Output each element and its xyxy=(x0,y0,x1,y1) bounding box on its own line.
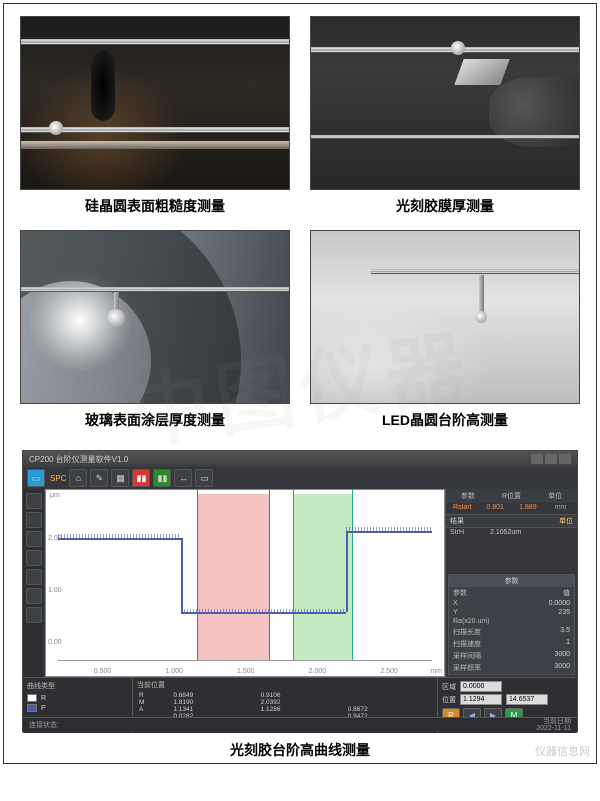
rp-row-rstart: Rstart 0.801 1.889 mm xyxy=(446,503,577,512)
cell-photoresist-thickness: 光刻胶膜厚测量 xyxy=(307,16,583,226)
cell-led-step-height: LED晶圆台阶高测量 xyxy=(307,230,583,440)
lefttool-1-icon[interactable] xyxy=(26,493,42,509)
status-left: 连接状态: xyxy=(29,720,59,730)
x-tick-4: 2.500 xyxy=(380,668,398,675)
tool-cursor-icon[interactable]: ▭ xyxy=(195,469,213,487)
cell-glass-coating-thickness: 玻璃表面涂层厚度测量 xyxy=(17,230,293,440)
window-title: CP200 台阶仪测量软件V1.0 xyxy=(29,454,128,465)
x-tick-0: 0.500 xyxy=(94,668,112,675)
lefttool-7-icon[interactable] xyxy=(26,607,42,623)
rp-h-rpos: R位置 xyxy=(490,489,534,503)
image-grid: 硅晶圆表面粗糙度测量 光刻胶膜厚测量 玻璃表面涂层厚度测量 xyxy=(4,4,596,444)
legend-swatch-r xyxy=(27,694,37,702)
x-tick-3: 2.000 xyxy=(309,668,327,675)
main-row: μm 2.00 1.00 0.00 xyxy=(23,489,577,677)
software-screenshot-wrap: CP200 台阶仪测量软件V1.0 ▭ SPC ⌂ ✎ ▦ ▮▮ ▮▮ ↔ ▭ xyxy=(22,450,578,760)
window-buttons xyxy=(531,454,571,464)
right-panel: 参数 R位置 单位 Rstart 0.801 1.889 mm 结果 单位 xyxy=(445,489,577,677)
lefttool-6-icon[interactable] xyxy=(26,588,42,604)
close-button[interactable] xyxy=(559,454,571,464)
rp-results-header: 结果 单位 xyxy=(446,514,577,528)
rp-params-title: 参数 xyxy=(449,575,574,587)
rp-result-strh: StrH 2.1052 um xyxy=(446,528,577,537)
region-label: 区域 xyxy=(442,682,456,692)
rp-params-box: 参数 参数值 X0.0000 Y235 Ra(x20.um) 扫描长度3.5 扫… xyxy=(448,574,575,675)
spc-label[interactable]: SPC xyxy=(50,474,66,483)
tool-measure-icon[interactable]: ↔ xyxy=(174,469,192,487)
photo-led-wafer-step-height xyxy=(310,230,580,404)
legend-item-p[interactable]: P xyxy=(27,704,128,712)
tool-open-icon[interactable]: ▭ xyxy=(27,469,45,487)
legend-title: 曲线类型 xyxy=(27,681,128,691)
page-frame: 硅晶圆表面粗糙度测量 光刻胶膜厚测量 玻璃表面涂层厚度测量 xyxy=(3,3,597,764)
status-bar: 连接状态: 当前日期 2022-11-11 xyxy=(23,717,577,731)
software-screenshot: CP200 台阶仪测量软件V1.0 ▭ SPC ⌂ ✎ ▦ ▮▮ ▮▮ ↔ ▭ xyxy=(22,450,578,732)
caption-4: LED晶圆台阶高测量 xyxy=(307,410,583,430)
caption-2: 光刻胶膜厚测量 xyxy=(307,196,583,216)
toolbar: ▭ SPC ⌂ ✎ ▦ ▮▮ ▮▮ ↔ ▭ xyxy=(23,467,577,489)
legend-item-r[interactable]: R xyxy=(27,694,128,702)
tool-bars-red-icon[interactable]: ▮▮ xyxy=(132,469,150,487)
rp-h-param: 参数 xyxy=(446,489,490,503)
x-unit: mm xyxy=(430,668,442,675)
x-tick-1: 1.000 xyxy=(165,668,183,675)
x-axis-line xyxy=(58,660,432,661)
plot-area[interactable]: μm 2.00 1.00 0.00 xyxy=(45,489,445,677)
caption-1: 硅晶圆表面粗糙度测量 xyxy=(17,196,293,216)
lefttool-5-icon[interactable] xyxy=(26,569,42,585)
tool-home-icon[interactable]: ⌂ xyxy=(69,469,87,487)
photo-glass-coating-thickness xyxy=(20,230,290,404)
tool-table-icon[interactable]: ▦ xyxy=(111,469,129,487)
left-tool-column xyxy=(23,489,45,677)
step-input-1[interactable] xyxy=(460,694,502,705)
caption-3: 玻璃表面涂层厚度测量 xyxy=(17,410,293,430)
lefttool-4-icon[interactable] xyxy=(26,550,42,566)
rp-header: 参数 R位置 单位 xyxy=(446,489,577,503)
photo-photoresist-film-thickness xyxy=(310,16,580,190)
lefttool-3-icon[interactable] xyxy=(26,531,42,547)
legend-swatch-p xyxy=(27,704,37,712)
profile-trace xyxy=(58,490,432,660)
rp-h-unit: 单位 xyxy=(533,489,577,503)
photo-silicon-wafer-roughness xyxy=(20,16,290,190)
caption-software: 光刻胶台阶高曲线测量 xyxy=(22,740,578,760)
tool-copy-icon[interactable]: ✎ xyxy=(90,469,108,487)
lefttool-2-icon[interactable] xyxy=(26,512,42,528)
region-input[interactable] xyxy=(460,681,502,692)
step-label: 位置 xyxy=(442,695,456,705)
cursor-data-table: R0.68490.9106 M1.81902.0392 A1.13411.128… xyxy=(137,692,433,720)
status-date-block: 当前日期 2022-11-11 xyxy=(536,718,571,732)
cell-silicon-roughness: 硅晶圆表面粗糙度测量 xyxy=(17,16,293,226)
minimize-button[interactable] xyxy=(531,454,543,464)
tool-bars-green-icon[interactable]: ▮▮ xyxy=(153,469,171,487)
step-input-2[interactable] xyxy=(506,694,548,705)
window-titlebar: CP200 台阶仪测量软件V1.0 xyxy=(23,451,577,467)
table-title: 当前位置 xyxy=(137,680,433,690)
maximize-button[interactable] xyxy=(545,454,557,464)
x-tick-2: 1.500 xyxy=(237,668,255,675)
